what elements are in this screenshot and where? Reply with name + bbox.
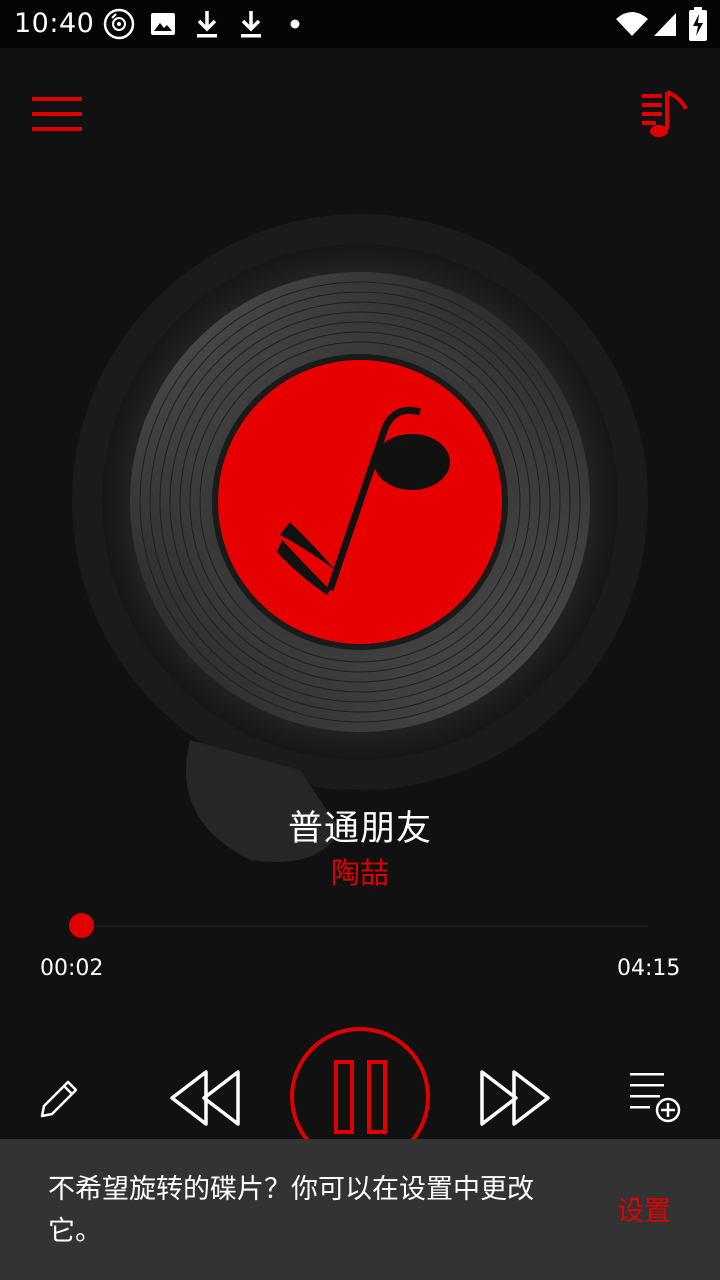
playlist-add-icon[interactable] [628, 1070, 682, 1124]
album-disc[interactable] [0, 180, 720, 880]
signal-icon [654, 13, 676, 36]
pause-icon [334, 1060, 354, 1134]
seek-bar-thumb[interactable] [68, 913, 94, 938]
song-title: 普通朋友 [287, 809, 432, 849]
vinyl-record-artwork [72, 214, 648, 862]
seek-bar[interactable] [68, 913, 648, 938]
pencil-icon[interactable] [38, 1076, 82, 1120]
wifi-icon [616, 12, 648, 36]
download-icon [197, 11, 217, 38]
total-time: 04:15 [617, 956, 681, 981]
snackbar-settings-button[interactable]: 设置 [617, 1189, 671, 1228]
snackbar-message: 不希望旋转的碟片？你可以在设置中更改它。 [48, 1174, 534, 1247]
dot-icon [290, 19, 300, 29]
fast-forward-icon[interactable] [478, 1068, 552, 1128]
hamburger-menu-icon[interactable] [32, 96, 82, 132]
image-icon [151, 13, 175, 35]
vinyl-disc-icon [103, 8, 135, 40]
status-time: 10:40 [14, 8, 95, 39]
status-bar: 10:40 [0, 0, 720, 48]
battery-charging-icon [689, 7, 707, 41]
rewind-icon[interactable] [168, 1068, 242, 1128]
current-time: 00:02 [40, 956, 104, 981]
playlist-music-icon[interactable] [640, 89, 690, 139]
snackbar: 不希望旋转的碟片？你可以在设置中更改它。 设置 [0, 1139, 720, 1280]
download-icon [241, 11, 261, 38]
song-artist: 陶喆 [330, 856, 389, 890]
